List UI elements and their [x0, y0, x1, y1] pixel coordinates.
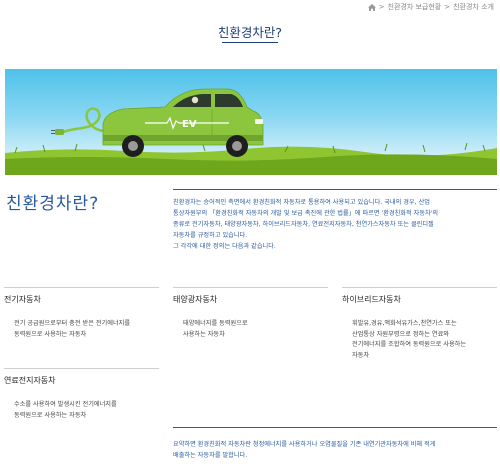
card-desc-line: 사용하는 자동차	[183, 330, 225, 338]
card-desc-line: 전기 공급원으로부터 충전 받은 전기에너지를	[14, 320, 131, 327]
card-description: 태양에너지를 동력원으로 사용하는 자동차	[173, 319, 328, 340]
summary-line: 배출하는 자동차를 말합니다.	[173, 452, 248, 459]
card-desc-line: 수소를 사용하여 발생시킨 전기에너지를	[14, 401, 117, 408]
intro-line: 자동차를 규정하고 있습니다.	[173, 232, 248, 239]
card-desc-line: 자동차	[352, 351, 370, 359]
card-description: 휘발유,경유,액화석유가스,천연가스 또는 산업통상 자원부령으로 정하는 연료…	[342, 319, 497, 361]
card-title: 연료전지자동차	[4, 376, 56, 385]
intro-line: 종류로 전기자동차, 태양광자동차, 하이브리드자동차, 연료전지자동차, 천연…	[173, 221, 434, 228]
card-title: 하이브리드자동차	[342, 295, 401, 304]
title-underline	[222, 42, 278, 43]
card-title: 전기자동차	[4, 295, 41, 304]
card-solar-vehicle: 태양광자동차 태양에너지를 동력원으로 사용하는 자동차	[173, 287, 328, 340]
intro-text: 친환경차는 승어적인 측면에서 환경친화적 자동차로 통용하여 사용되고 있습니…	[173, 189, 497, 252]
card-desc-line: 산업통상 자원부령으로 정하는 연료와	[352, 330, 449, 338]
card-desc-line: 전기에너지를 조합하여 동력원으로 사용하는	[352, 341, 467, 348]
hero-banner: EV	[5, 69, 497, 175]
ev-car: EV	[102, 88, 264, 157]
page-title: 친환경차란?	[217, 25, 283, 40]
breadcrumb-separator: >	[444, 3, 451, 11]
card-description: 수소를 사용하여 발생시킨 전기에너지를 동력원으로 사용하는 자동차	[4, 400, 159, 421]
card-desc-line: 휘발유,경유,액화석유가스,천연가스 또는	[352, 320, 457, 327]
intro-heading: 친환경차란?	[6, 194, 100, 214]
breadcrumb-separator: >	[378, 3, 385, 11]
intro-line: 통상자원부의 「환경친화적 자동차의 개발 및 보급 촉진에 관한 법률」에 따…	[173, 210, 439, 217]
card-desc-line: 태양에너지를 동력원으로	[183, 320, 248, 327]
card-desc-line: 동력원으로 사용하는 자동차	[14, 411, 87, 419]
card-fuel-cell-vehicle: 연료전지자동차 수소를 사용하여 발생시킨 전기에너지를 동력원으로 사용하는 …	[4, 368, 159, 421]
card-description: 전기 공급원으로부터 충전 받은 전기에너지를 동력원으로 사용하는 자동차	[4, 319, 159, 340]
card-title: 태양광자동차	[173, 295, 218, 304]
breadcrumb-item-stats[interactable]: 친환경차 보급현황	[388, 2, 442, 12]
breadcrumb: > 친환경차 보급현황 > 친환경차 소개	[367, 2, 494, 12]
charging-cable	[51, 107, 104, 135]
intro-line: 그 각각에 대한 정의는 다음과 같습니다.	[173, 243, 276, 250]
ev-badge: EV	[182, 119, 197, 130]
home-icon[interactable]	[367, 3, 376, 11]
intro-line: 친환경차는 승어적인 측면에서 환경친화적 자동차로 통용하여 사용되고 있습니…	[173, 199, 430, 206]
card-desc-line: 동력원으로 사용하는 자동차	[14, 330, 87, 338]
hero-illustration: EV	[5, 88, 497, 175]
card-electric-vehicle: 전기자동차 전기 공급원으로부터 충전 받은 전기에너지를 동력원으로 사용하는…	[4, 287, 159, 340]
summary-text: 요약하면 환경친화적 자동차란 청정에너지를 사용하거나 오염물질을 기존 내연…	[173, 427, 497, 461]
card-hybrid-vehicle: 하이브리드자동차 휘발유,경유,액화석유가스,천연가스 또는 산업통상 자원부령…	[342, 287, 497, 361]
plug-icon	[55, 129, 64, 135]
summary-line: 요약하면 환경친화적 자동차란 청정에너지를 사용하거나 오염물질을 기존 내연…	[173, 441, 436, 448]
breadcrumb-item-intro[interactable]: 친환경차 소개	[453, 2, 494, 12]
